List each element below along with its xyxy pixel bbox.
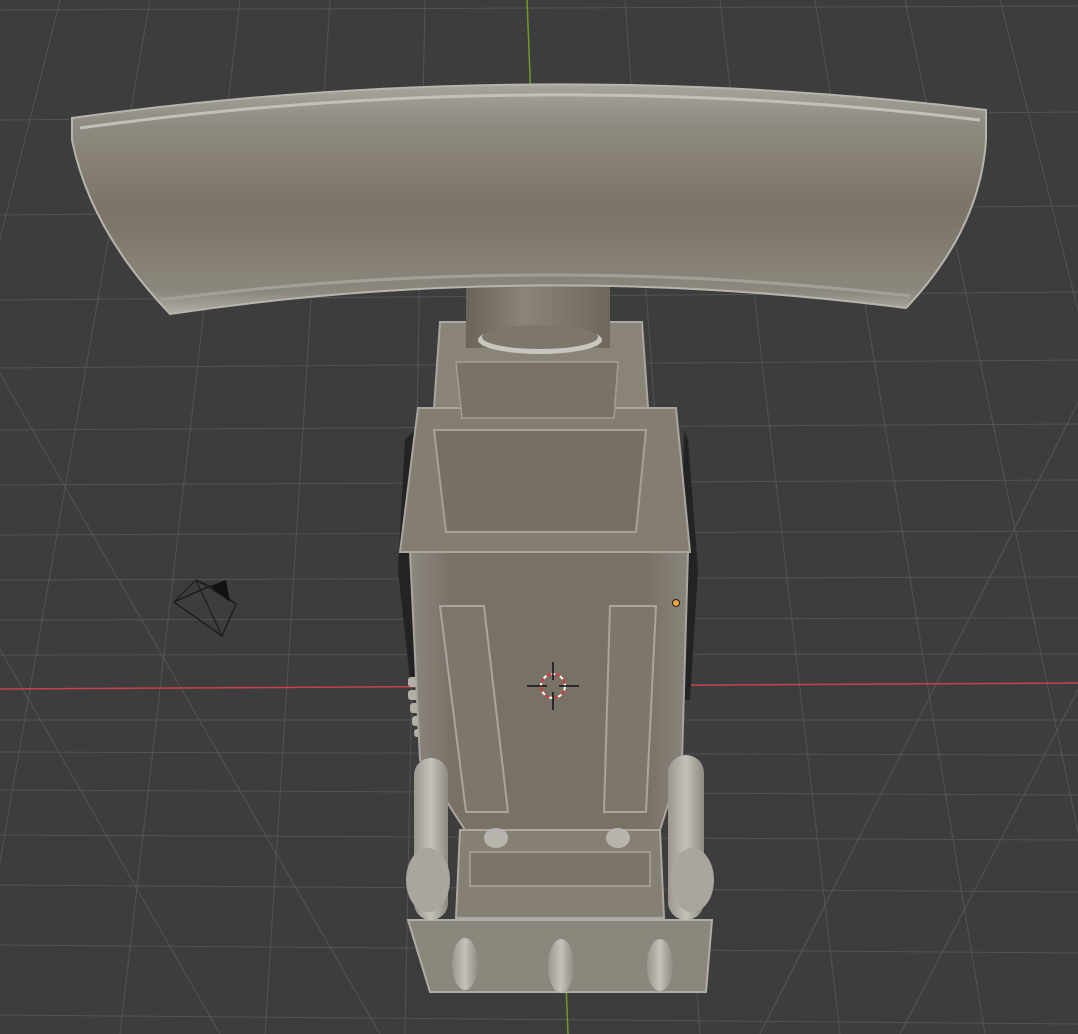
- origin-dot-icon[interactable]: [672, 599, 680, 607]
- front-oval-2: [548, 939, 574, 993]
- camera-icon[interactable]: [172, 579, 237, 638]
- curved-top-bar: [71, 83, 987, 316]
- groove-right: [602, 605, 658, 813]
- front-oval-1: [452, 938, 478, 990]
- 3d-viewport[interactable]: [0, 0, 1078, 1034]
- front-oval-3: [647, 939, 673, 991]
